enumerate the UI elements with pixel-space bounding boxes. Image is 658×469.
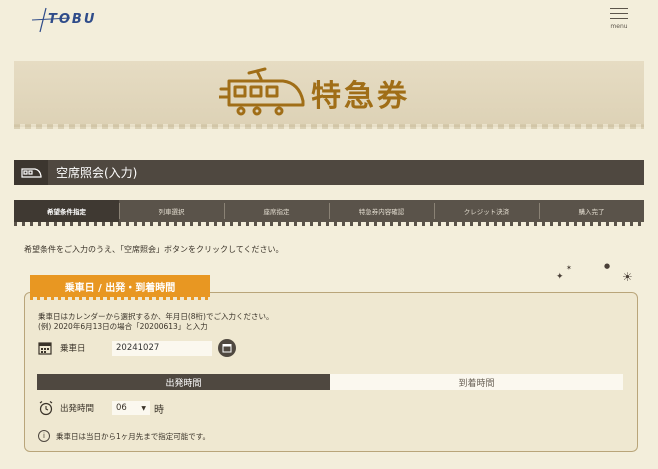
banner: 特急券 (14, 61, 644, 129)
step-3: 座席指定 (224, 200, 330, 222)
banner-torn-edge (14, 124, 644, 129)
progress-steps: 希望条件指定 列車選択 座席指定 特急券内容確認 クレジット決済 購入完了 (14, 200, 644, 222)
step-2: 列車選択 (119, 200, 225, 222)
calendar-icon (38, 342, 52, 355)
toggle-departure[interactable]: 出発時間 (37, 374, 330, 390)
time-type-toggle: 出発時間 到着時間 (37, 374, 623, 390)
calendar-button-icon (222, 344, 232, 353)
date-input[interactable] (112, 340, 212, 356)
panel-tab-rail (30, 297, 210, 300)
calendar-button[interactable] (218, 339, 236, 357)
note-text: 乗車日は当日から1ヶ月先まで指定可能です。 (56, 431, 211, 441)
section-header: 空席照会(入力) (14, 160, 644, 185)
date-help-line1: 乗車日はカレンダーから選択するか、年月日(8桁)でご入力ください。 (38, 312, 274, 321)
date-label: 乗車日 (60, 344, 86, 354)
dot-icon: ● (604, 262, 611, 270)
sun-icon: ☀ (622, 270, 633, 284)
steps-rail (14, 222, 644, 226)
train-small-icon (21, 167, 42, 178)
alarm-clock-icon (39, 401, 53, 416)
chevron-down-icon: ▼ (141, 404, 146, 412)
hour-select[interactable]: 06 ▼ (112, 401, 150, 415)
section-title: 空席照会(入力) (56, 166, 138, 180)
time-label: 出発時間 (60, 404, 95, 414)
section-icon-box (14, 160, 48, 185)
date-help-line2: (例) 2020年6月13日の場合「20200613」と入力 (38, 322, 208, 331)
hour-unit: 時 (154, 404, 164, 416)
menu-button[interactable]: menu (608, 4, 630, 30)
date-note: i 乗車日は当日から1ヶ月先まで指定可能です。 (38, 430, 210, 442)
step-6: 購入完了 (578, 208, 605, 216)
sparkle-icon: ✦ (556, 272, 564, 282)
time-row: 出発時間 06 ▼ 時 (38, 399, 164, 417)
star-icon: ✶ (566, 264, 572, 272)
menu-label: menu (610, 23, 628, 30)
hour-value: 06 (116, 403, 127, 413)
date-help: 乗車日はカレンダーから選択するか、年月日(8桁)でご入力ください。 (例) 20… (38, 312, 273, 332)
instruction-text: 希望条件をご入力のうえ、「空席照会」ボタンをクリックしてください。 (24, 245, 284, 254)
train-icon (219, 67, 305, 116)
tobu-logo[interactable]: TOBU (30, 6, 94, 34)
step-5: クレジット決済 (434, 200, 540, 222)
date-row: 乗車日 (38, 338, 236, 358)
page-title: 特急券 (311, 79, 410, 114)
toggle-arrival[interactable]: 到着時間 (330, 374, 623, 390)
panel-tab: 乗車日 / 出発・到着時間 (30, 275, 210, 297)
info-icon: i (38, 430, 50, 442)
logo-text: TOBU (48, 12, 97, 27)
step-4: 特急券内容確認 (329, 200, 435, 222)
step-1: 希望条件指定 (14, 200, 120, 222)
